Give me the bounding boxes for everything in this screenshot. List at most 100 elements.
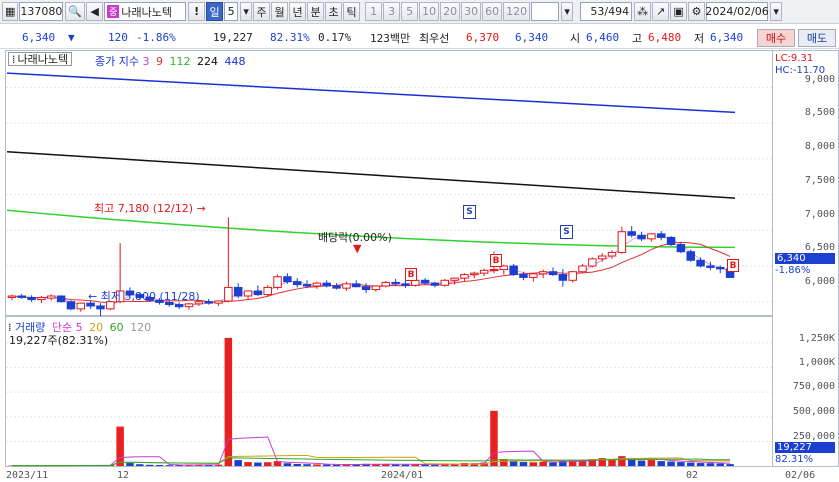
price-ytick-8500: 8,500 [804,107,835,118]
price-ytick-7000: 7,000 [804,209,835,220]
high-note-text: 최고 7,180 (12/12) [94,202,194,215]
vol-ytick-1000k: 1,000K [798,357,835,368]
sell-signal-icon[interactable]: S [463,205,476,219]
tick-option-3[interactable]: 3 [383,2,401,21]
xtick-12: 12 [117,470,130,481]
current-volume-pct: 82.31% [775,454,814,465]
price-ytick-6000: 6,000 [804,276,835,287]
open-label: 시 [570,31,581,45]
trend-tool-icon[interactable]: ↗ [652,2,670,21]
xtick-2023-11: 2023/11 [6,470,49,481]
tick-option-5[interactable]: 5 [401,2,419,21]
tab-month[interactable]: 월 [271,2,289,21]
ma-legend: 종가 지수 3 9 112 224 448 [95,53,245,69]
xtick-2024-01: 2024/01 [381,470,424,481]
current-pct-tag: -1.86% [775,265,811,276]
tab-year[interactable]: 년 [289,2,307,21]
current-price-tag: 6,340 [775,253,835,264]
price-ytick-9000: 9,000 [804,74,835,85]
alert-button[interactable]: ! [188,2,206,21]
tick-option-20[interactable]: 20 [440,2,461,21]
ma224-legend: 224 [196,55,218,68]
tab-minute[interactable]: 분 [307,2,325,21]
stock-name-field[interactable]: 중 나래나노텍 [104,2,187,21]
stock-name-label: 나래나노텍 [121,5,172,19]
tab-second[interactable]: 초 [325,2,343,21]
tick-option-1[interactable]: 1 [365,2,383,21]
price-ytick-8000: 8,000 [804,141,835,152]
period-number-input[interactable]: 5 [224,2,239,21]
period-dropdown-icon[interactable]: ▾ [240,2,253,21]
tab-day[interactable]: 일 [206,2,224,21]
best-ask: 6,370 [466,31,500,44]
volume-value: 19,227 [213,31,253,44]
sell-signal-icon[interactable]: S [560,225,573,239]
price-ytick-7500: 7,500 [804,175,835,186]
current-volume-tag: 19,227 [775,442,835,453]
vma60-legend: 60 [109,321,124,334]
list-icon: ⁞ [12,52,16,66]
stock-code-input[interactable]: 137080 [19,2,64,21]
indicator-icon[interactable]: ⁂ [634,2,652,21]
left-arrow-icon: ← [88,290,98,303]
open-price: 6,460 [586,31,620,44]
best-bid: 6,340 [515,31,549,44]
toolbar: ▦ 137080 🔍 ◀ 중 나래나노텍 ! 일 5 ▾ 주 월 년 분 초 틱… [0,0,839,24]
high-note: 최고 7,180 (12/12) → [94,200,206,216]
low-label: 저 [694,31,705,45]
settings-icon[interactable]: ⚙ [688,2,706,21]
volume-ratio: 82.31% [270,31,310,44]
buy-signal-icon[interactable]: B [490,254,502,267]
vol-ytick-250000: 250,000 [792,431,835,442]
low-note-text: 최저 5,800 (11/28) [100,290,200,303]
price-chart-panel[interactable] [5,50,773,316]
tick-option-120[interactable]: 120 [503,2,531,21]
tab-week[interactable]: 주 [253,2,271,21]
lc-value: LC:9.31 [775,53,814,64]
vma120-legend: 120 [130,321,152,334]
high-price: 6,480 [648,31,682,44]
low-note: ← 최저 5,800 (11/28) [88,288,200,304]
ma-legend-title: 종가 지수 [95,55,139,68]
volume-chart-panel[interactable] [5,316,773,467]
high-label: 고 [632,31,643,45]
ma112-legend: 112 [169,55,191,68]
legend-stock-name: 나래나노텍 [17,53,69,66]
date-dropdown-icon[interactable]: ▾ [770,2,783,21]
low-price: 6,340 [710,31,744,44]
vol-ytick-500000: 500,000 [792,406,835,417]
dividend-arrow-icon: ▼ [353,242,362,255]
search-icon[interactable]: 🔍 [65,2,86,21]
sound-icon[interactable]: ◀ [86,2,104,21]
right-arrow-icon: → [196,202,206,215]
ma3-legend: 3 [142,55,150,68]
volume-note: 19,227주(82.31%) [9,334,109,347]
ma448-legend: 448 [224,55,246,68]
price-ytick-6500: 6,500 [804,242,835,253]
save-icon[interactable]: ▣ [670,2,688,21]
current-price: 6,340 [22,31,56,44]
trade-amount: 123백만 [370,31,411,45]
price-change: 120 [108,31,128,44]
date-input[interactable]: 2024/02/06 [705,2,769,21]
turnover-rate: 0.17% [318,31,352,44]
tab-tick[interactable]: 틱 [343,2,361,21]
custom-tick-input[interactable] [531,2,560,21]
tick-option-10[interactable]: 10 [419,2,440,21]
buy-signal-icon[interactable]: B [405,268,417,281]
tick-option-60[interactable]: 60 [482,2,503,21]
best-price-label: 최우선 [419,31,450,45]
buy-button[interactable]: 매수 [757,29,795,47]
tick-option-30[interactable]: 30 [461,2,482,21]
vol-ytick-1250k: 1,250K [798,333,835,344]
vol-ytick-750000: 750,000 [792,381,835,392]
custom-tick-dropdown-icon[interactable]: ▾ [561,2,574,21]
quote-bar: 6,340 ▼ 120 -1.86% 19,227 82.31% 0.17% 1… [0,27,839,49]
page-counter: 53/494 [580,2,633,21]
stock-type-badge: 중 [107,5,120,18]
grid-icon[interactable]: ▦ [2,2,19,21]
sell-button[interactable]: 매도 [798,29,836,47]
stock-name-legend[interactable]: ⁞ 나래나노텍 [8,52,73,66]
ma9-legend: 9 [155,55,163,68]
buy-signal-icon[interactable]: B [727,259,739,272]
